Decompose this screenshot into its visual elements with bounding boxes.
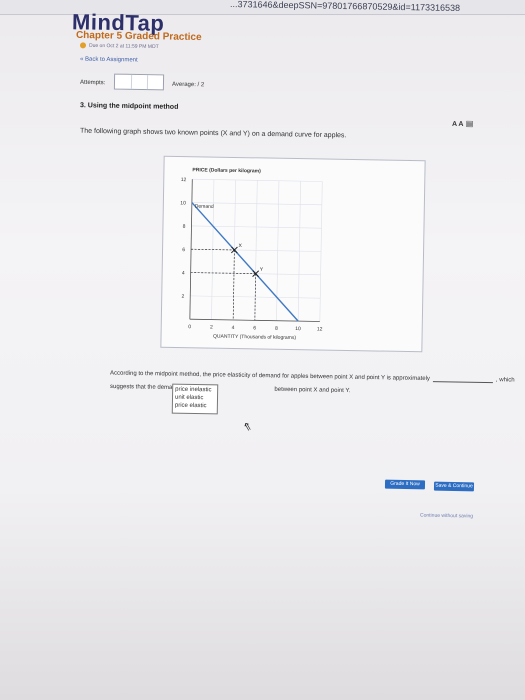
print-icon[interactable]: ▤ [466, 119, 474, 128]
continue-without-saving-link[interactable]: Continue without saving [420, 513, 473, 520]
average-label: Average: [171, 81, 196, 89]
attempt-slot [114, 74, 133, 89]
mouse-cursor-icon: ⇖ [241, 419, 254, 434]
question-prompt: The following graph shows two known poin… [79, 127, 347, 140]
demand-chart: 0 2 4 6 8 10 12 2 4 6 8 10 12 PRICE (Dollars per kilo… [180, 167, 323, 341]
x-tick-label: 4 [232, 325, 235, 331]
x-tick-label: 2 [210, 325, 213, 331]
x-tick-label: 6 [253, 325, 256, 331]
due-status-icon [79, 42, 87, 49]
graph-panel: 0 2 4 6 8 10 12 2 4 6 8 10 12 PRICE (Dollars per kilo… [160, 155, 426, 353]
average-value: / 2 [197, 82, 205, 89]
point-label: X [238, 243, 242, 249]
due-text: Due on Oct 2 at 11:59 PM MDT [88, 42, 159, 51]
save-continue-button[interactable]: Save & Continue [433, 481, 475, 492]
grade-it-now-button[interactable]: Grade It Now [384, 479, 426, 490]
x-tick-label: 0 [188, 324, 191, 330]
answer-sentence-end: , which [495, 377, 515, 384]
elasticity-input[interactable] [432, 375, 494, 384]
attempt-slot [130, 74, 149, 90]
back-to-assignment-link[interactable]: « Back to Assignment [80, 56, 138, 63]
point-label: Y [260, 267, 264, 273]
series-label: Demand [195, 204, 214, 210]
screen: ...3731646&deepSSN=97801766870529&id=117… [0, 0, 525, 700]
font-size-tools[interactable]: A A ▤ [452, 119, 473, 128]
y-tick-label: 8 [183, 224, 186, 230]
y-tick-label: 4 [182, 270, 185, 276]
answer-sentence-2: suggests that the demand for apples is b… [110, 384, 350, 394]
blurred-footer-text [80, 425, 81, 431]
x-tick-label: 12 [317, 326, 323, 332]
y-tick-label: 12 [181, 177, 187, 183]
answer-sentence-start: According to the midpoint method, the pr… [109, 370, 430, 383]
due-date: Due on Oct 2 at 11:59 PM MDT [79, 42, 159, 51]
question-title: 3. Using the midpoint method [79, 102, 179, 111]
elasticity-dropdown[interactable]: price inelastic unit elastic price elast… [171, 383, 219, 415]
chapter-title: Chapter 5 Graded Practice [75, 29, 202, 44]
answer-sentence: According to the midpoint method, the pr… [110, 369, 515, 383]
y-tick-label: 10 [180, 200, 186, 206]
font-size-icon[interactable]: A A [452, 121, 464, 128]
x-axis-label: QUANTITY (Thousands of kilograms) [213, 334, 296, 341]
x-tick-label: 8 [275, 326, 278, 332]
average-score: Average: / 2 [172, 82, 204, 89]
y-tick-label: 6 [182, 247, 185, 253]
back-link-label: Back to Assignment [84, 56, 138, 64]
demand-curve [191, 202, 299, 322]
y-tick-label: 2 [181, 294, 184, 300]
y-axis-label: PRICE (Dollars per kilogram) [192, 167, 261, 174]
answer-line2-end: between point X and point Y. [274, 386, 351, 395]
x-tick-label: 10 [295, 326, 301, 332]
dropdown-spacer [215, 390, 273, 391]
attempts-indicator [113, 73, 165, 91]
url-text: ...3731646&deepSSN=97801766870529&id=117… [229, 0, 461, 14]
dropdown-option[interactable]: price elastic [175, 402, 215, 411]
attempts-label: Attempts: [79, 79, 106, 87]
